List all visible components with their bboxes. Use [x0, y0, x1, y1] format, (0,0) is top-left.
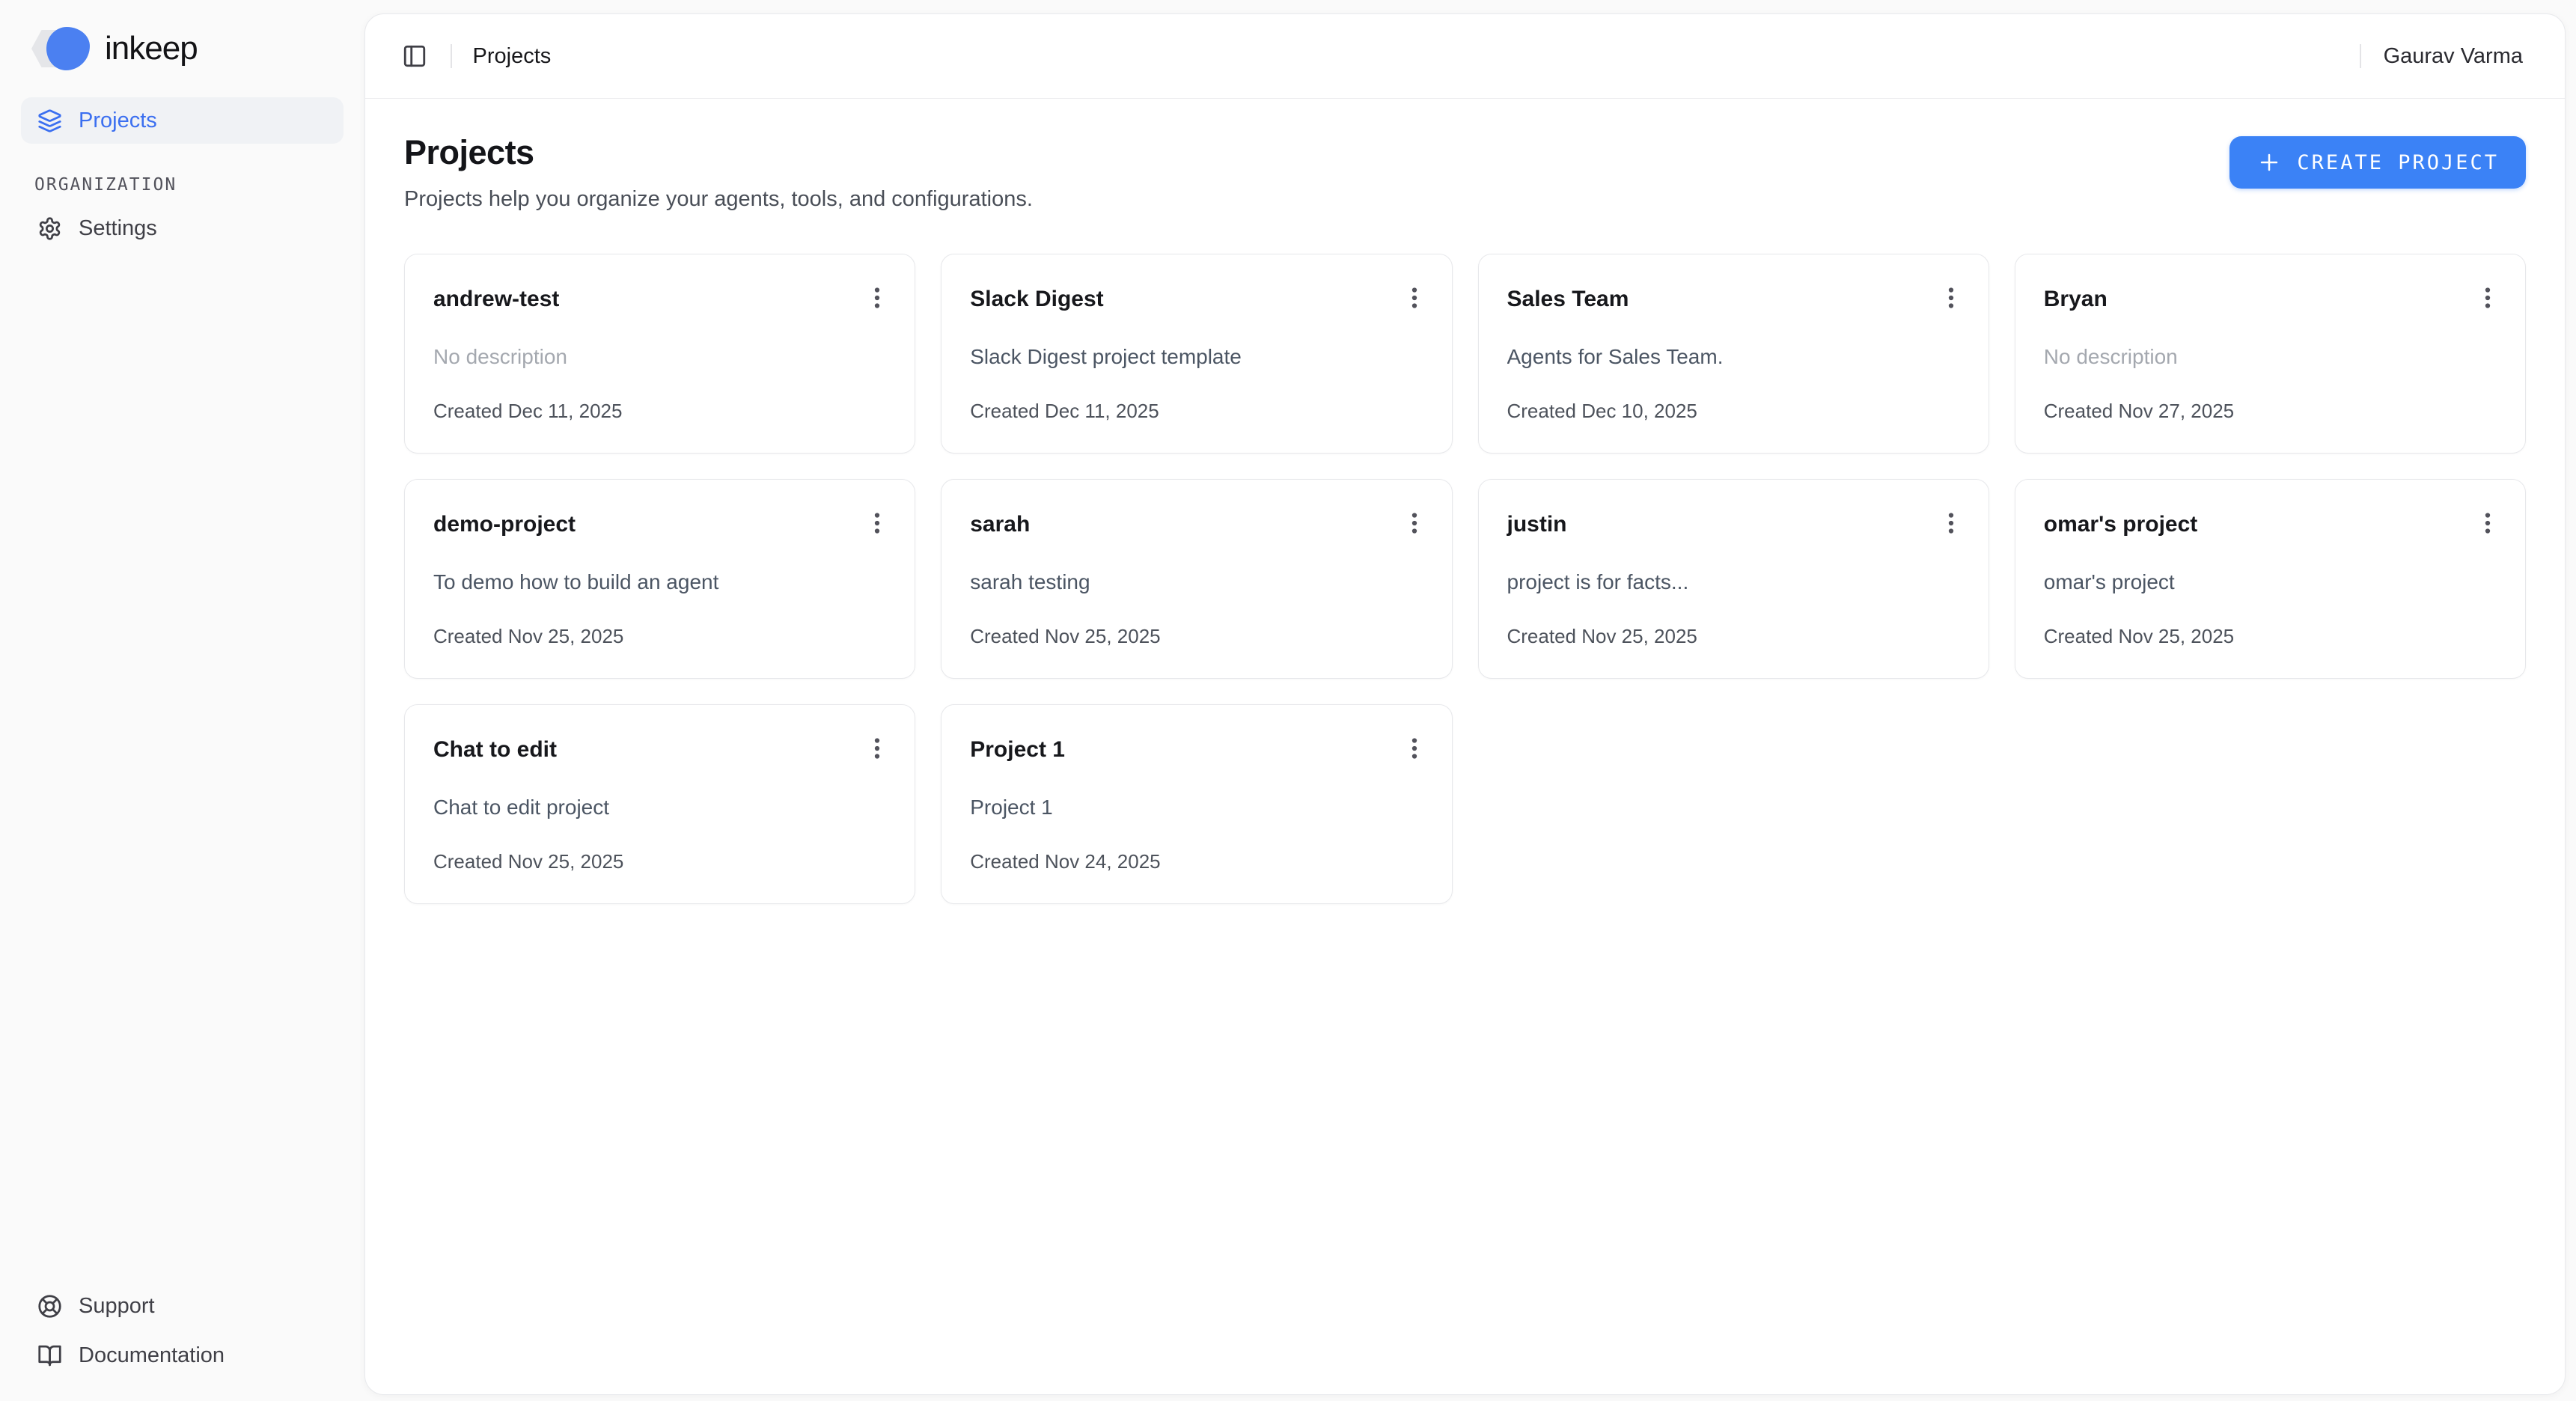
- inkeep-logo-icon: [30, 25, 94, 72]
- sidebar: inkeep Projects ORGANIZATION Settings: [0, 0, 364, 1401]
- kebab-menu-icon: [864, 284, 891, 311]
- project-card-title: Bryan: [2044, 284, 2108, 314]
- project-card-description: No description: [2044, 344, 2497, 370]
- project-card[interactable]: demo-project To demo how to build an age…: [404, 479, 915, 679]
- project-card[interactable]: Chat to edit Chat to edit project Create…: [404, 704, 915, 904]
- project-card-created-date: Created Dec 11, 2025: [970, 400, 1423, 423]
- brand-logo[interactable]: inkeep: [21, 18, 344, 78]
- project-card-menu-button[interactable]: [1935, 507, 1968, 540]
- project-card-title: Chat to edit: [433, 735, 557, 765]
- project-card-description: omar's project: [2044, 570, 2497, 595]
- kebab-menu-icon: [2474, 284, 2501, 311]
- project-card-description: To demo how to build an agent: [433, 570, 886, 595]
- sidebar-item-label: Settings: [79, 216, 157, 241]
- projects-grid: andrew-test No description Created Dec 1…: [404, 254, 2526, 904]
- project-card-menu-button[interactable]: [861, 507, 894, 540]
- project-card[interactable]: Bryan No description Created Nov 27, 202…: [2015, 254, 2526, 454]
- sidebar-section-organization: ORGANIZATION: [21, 175, 344, 195]
- panel-left-icon: [402, 43, 427, 69]
- project-card-menu-button[interactable]: [1398, 281, 1431, 314]
- project-card-description: project is for facts...: [1507, 570, 1960, 595]
- kebab-menu-icon: [1401, 510, 1428, 537]
- project-card[interactable]: justin project is for facts... Created N…: [1478, 479, 1989, 679]
- sidebar-nav: Projects: [21, 97, 344, 144]
- project-card-menu-button[interactable]: [2471, 507, 2504, 540]
- header-divider: [451, 44, 452, 68]
- create-project-button[interactable]: CREATE PROJECT: [2229, 136, 2526, 189]
- project-card-title: omar's project: [2044, 510, 2198, 540]
- project-card-title: sarah: [970, 510, 1030, 540]
- project-card[interactable]: sarah sarah testing Created Nov 25, 2025: [941, 479, 1452, 679]
- project-card-created-date: Created Dec 10, 2025: [1507, 400, 1960, 423]
- plus-icon: [2256, 150, 2282, 175]
- book-open-icon: [37, 1343, 62, 1368]
- project-card-created-date: Created Dec 11, 2025: [433, 400, 886, 423]
- project-card-title: Sales Team: [1507, 284, 1629, 314]
- project-card-created-date: Created Nov 25, 2025: [433, 850, 886, 873]
- project-card-created-date: Created Nov 25, 2025: [1507, 625, 1960, 648]
- project-card-description: Project 1: [970, 795, 1423, 820]
- sidebar-item-label: Documentation: [79, 1343, 225, 1368]
- layers-icon: [37, 109, 62, 133]
- project-card-menu-button[interactable]: [861, 732, 894, 765]
- project-card-created-date: Created Nov 25, 2025: [433, 625, 886, 648]
- project-card-created-date: Created Nov 25, 2025: [2044, 625, 2497, 648]
- kebab-menu-icon: [1401, 284, 1428, 311]
- project-card-created-date: Created Nov 27, 2025: [2044, 400, 2497, 423]
- project-card-created-date: Created Nov 24, 2025: [970, 850, 1423, 873]
- project-card-created-date: Created Nov 25, 2025: [970, 625, 1423, 648]
- sidebar-item-settings[interactable]: Settings: [21, 205, 344, 251]
- kebab-menu-icon: [1938, 510, 1965, 537]
- kebab-menu-icon: [1401, 735, 1428, 762]
- project-card-menu-button[interactable]: [1398, 732, 1431, 765]
- project-card[interactable]: Project 1 Project 1 Created Nov 24, 2025: [941, 704, 1452, 904]
- project-card-description: Agents for Sales Team.: [1507, 344, 1960, 370]
- project-card-menu-button[interactable]: [861, 281, 894, 314]
- kebab-menu-icon: [1938, 284, 1965, 311]
- page-subtitle: Projects help you organize your agents, …: [404, 187, 1033, 212]
- main-panel: Projects Gaurav Varma Projects Projects …: [364, 13, 2566, 1395]
- project-card-title: Project 1: [970, 735, 1065, 765]
- sidebar-toggle-button[interactable]: [395, 37, 434, 76]
- project-card-menu-button[interactable]: [1935, 281, 1968, 314]
- header-divider-right: [2360, 44, 2361, 68]
- project-card[interactable]: andrew-test No description Created Dec 1…: [404, 254, 915, 454]
- user-menu-button[interactable]: Gaurav Varma: [2384, 44, 2523, 69]
- project-card-title: Slack Digest: [970, 284, 1103, 314]
- kebab-menu-icon: [864, 735, 891, 762]
- page-title: Projects: [404, 133, 1033, 172]
- brand-name: inkeep: [105, 30, 198, 67]
- project-card-menu-button[interactable]: [1398, 507, 1431, 540]
- project-card-description: Chat to edit project: [433, 795, 886, 820]
- kebab-menu-icon: [2474, 510, 2501, 537]
- sidebar-item-projects[interactable]: Projects: [21, 97, 344, 144]
- sidebar-item-label: Projects: [79, 109, 157, 133]
- top-header: Projects Gaurav Varma: [365, 14, 2565, 99]
- project-card-title: justin: [1507, 510, 1567, 540]
- project-card-description: sarah testing: [970, 570, 1423, 595]
- breadcrumb: Projects: [473, 44, 552, 69]
- project-card-menu-button[interactable]: [2471, 281, 2504, 314]
- sidebar-item-label: Support: [79, 1294, 155, 1319]
- kebab-menu-icon: [864, 510, 891, 537]
- project-card-title: andrew-test: [433, 284, 559, 314]
- sidebar-item-documentation[interactable]: Documentation: [21, 1332, 344, 1379]
- lifebuoy-icon: [37, 1294, 62, 1319]
- content-area: Projects Projects help you organize your…: [365, 99, 2565, 1394]
- project-card-title: demo-project: [433, 510, 576, 540]
- project-card[interactable]: Sales Team Agents for Sales Team. Create…: [1478, 254, 1989, 454]
- project-card[interactable]: Slack Digest Slack Digest project templa…: [941, 254, 1452, 454]
- project-card-description: Slack Digest project template: [970, 344, 1423, 370]
- project-card[interactable]: omar's project omar's project Created No…: [2015, 479, 2526, 679]
- project-card-description: No description: [433, 344, 886, 370]
- gear-icon: [37, 216, 62, 241]
- sidebar-item-support[interactable]: Support: [21, 1283, 344, 1329]
